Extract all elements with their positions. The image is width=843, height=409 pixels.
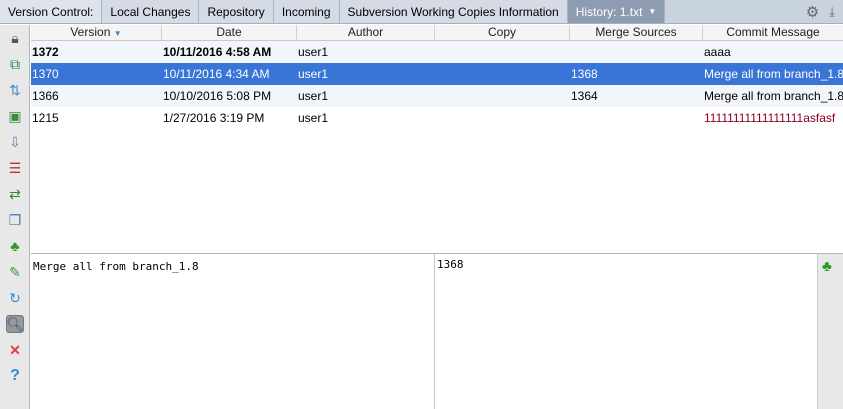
table-row[interactable]: 1370 10/11/2016 4:34 AM user1 1368 Merge… [31,63,843,85]
cell-version: 1215 [32,111,59,125]
cell-date: 1/27/2016 3:19 PM [163,111,265,125]
tab-history-label: History: 1.txt [575,4,643,19]
refresh-icon[interactable]: ↻ [6,289,24,307]
cell-date: 10/10/2016 5:08 PM [163,89,272,103]
merge-sources-detail[interactable]: 1368 [435,254,817,409]
copy-files-icon[interactable]: ❐ [6,211,24,229]
cell-version: 1370 [32,67,59,81]
tab-svn-working-copies[interactable]: Subversion Working Copies Information [339,0,568,23]
cell-message: Merge all from branch_1.8 [704,67,843,81]
cell-author: user1 [298,45,329,59]
cell-author: user1 [298,89,329,103]
commit-message-detail[interactable]: Merge all from branch_1.8 [31,254,435,409]
branch-tree-icon[interactable]: ♣ [6,237,24,255]
table-row[interactable]: 1372 10/11/2016 4:58 AM user1 aaaa [31,41,843,63]
column-commit-message[interactable]: Commit Message [703,25,843,40]
checkout-icon[interactable]: ⇩ [6,133,24,151]
column-label: Version [70,25,111,39]
cell-version: 1366 [32,89,59,103]
changelist-icon[interactable]: ☰ [6,159,24,177]
sort-desc-icon: ▼ [113,29,122,38]
cell-merge: 1368 [571,67,598,81]
tab-repository[interactable]: Repository [199,0,274,23]
hide-icon[interactable]: ⤓ [829,4,835,20]
compare-icon[interactable]: ⇄ [6,185,24,203]
align-icon[interactable]: ⇅ [6,81,24,99]
file-diff-icon[interactable]: ▣ [6,107,24,125]
chevron-down-icon[interactable]: ▼ [648,7,656,16]
cell-author: user1 [298,111,329,125]
table-row[interactable]: 1215 1/27/2016 3:19 PM user1 11111111111… [31,107,843,129]
left-toolbar: 🔒︎ ⧉ ⇅ ▣ ⇩ ☰ ⇄ ❐ ♣ ✎ ↻ 🔍︎ ✕ ? [0,25,30,409]
cell-date: 10/11/2016 4:58 AM [163,45,272,59]
edit-icon[interactable]: ✎ [6,263,24,281]
close-icon[interactable]: ✕ [6,341,24,359]
column-version[interactable]: Version ▼ [31,25,162,40]
cell-version: 1372 [32,45,59,59]
tab-bar: Version Control: Local Changes Repositor… [0,0,843,24]
branch-tree-icon[interactable]: ♣ [822,258,832,275]
column-copy[interactable]: Copy [435,25,570,40]
table-row[interactable]: 1366 10/10/2016 5:08 PM user1 1364 Merge… [31,85,843,107]
find-icon[interactable]: 🔍︎ [6,315,24,333]
column-date[interactable]: Date [162,25,297,40]
details-pane: Merge all from branch_1.8 1368 [31,253,817,409]
column-merge-sources[interactable]: Merge Sources [570,25,703,40]
right-toolbar: ♣ [817,253,843,409]
cell-message: aaaa [704,45,731,59]
cell-merge: 1364 [571,89,598,103]
gear-icon[interactable]: ⚙ [806,3,819,21]
column-author[interactable]: Author [297,25,435,40]
copy-icon[interactable]: ⧉ [6,55,24,73]
cell-date: 10/11/2016 4:34 AM [163,67,270,81]
cell-author: user1 [298,67,329,81]
tab-history[interactable]: History: 1.txt ▼ [567,0,666,23]
cell-message: 11111111111111111asfasf [704,111,836,125]
tab-incoming[interactable]: Incoming [273,0,340,23]
help-icon[interactable]: ? [6,367,24,385]
tab-local-changes[interactable]: Local Changes [102,0,200,23]
table-header: Version ▼ Date Author Copy Merge Sources… [31,25,843,41]
lock-icon[interactable]: 🔒︎ [6,29,24,47]
cell-message: Merge all from branch_1.8 [704,89,843,103]
version-control-label: Version Control: [0,0,103,23]
history-table: Version ▼ Date Author Copy Merge Sources… [31,25,843,253]
